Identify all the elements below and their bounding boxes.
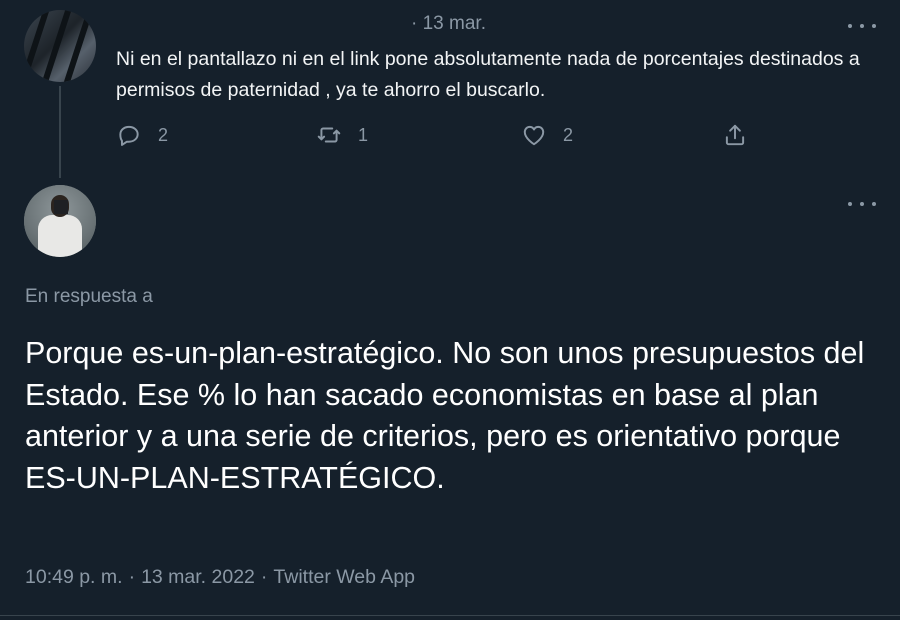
tweet-thread: · 13 mar. Ni en el pantallazo ni en el l… bbox=[0, 0, 900, 620]
thread-connector-line bbox=[59, 86, 61, 178]
share-button[interactable] bbox=[722, 120, 748, 150]
parent-date[interactable]: · 13 mar. bbox=[411, 13, 486, 35]
retweet-count: 1 bbox=[358, 124, 369, 145]
in-reply-to-label: En respuesta a bbox=[25, 286, 153, 307]
share-icon bbox=[725, 124, 745, 146]
retweet-icon bbox=[317, 127, 341, 143]
reply-button[interactable]: 2 bbox=[116, 120, 168, 150]
tweet-time[interactable]: 10:49 p. m. bbox=[25, 566, 123, 588]
parent-avatar[interactable] bbox=[24, 10, 96, 82]
divider bbox=[0, 615, 900, 616]
like-button[interactable]: 2 bbox=[521, 120, 573, 150]
tweet-source[interactable]: Twitter Web App bbox=[273, 566, 415, 588]
retweet-button[interactable]: 1 bbox=[316, 120, 368, 150]
more-dots-icon[interactable] bbox=[848, 194, 876, 214]
separator-dot: · bbox=[128, 566, 136, 588]
tweet-timestamp: 10:49 p. m. · 13 mar. 2022 · Twitter Web App bbox=[25, 566, 415, 589]
like-count: 2 bbox=[563, 124, 574, 145]
reply-avatar[interactable] bbox=[24, 185, 96, 257]
reply-bubble-icon bbox=[119, 125, 139, 146]
separator-dot: · bbox=[260, 566, 268, 588]
reply-count: 2 bbox=[158, 124, 169, 145]
more-dots-icon[interactable] bbox=[848, 16, 876, 36]
heart-icon bbox=[523, 125, 545, 146]
parent-tweet-text: Ni en el pantallazo ni en el link pone a… bbox=[116, 48, 860, 101]
tweet-date[interactable]: 13 mar. 2022 bbox=[141, 566, 255, 588]
reply-tweet-text: Porque es-un-plan-estratégico. No son un… bbox=[25, 336, 865, 495]
